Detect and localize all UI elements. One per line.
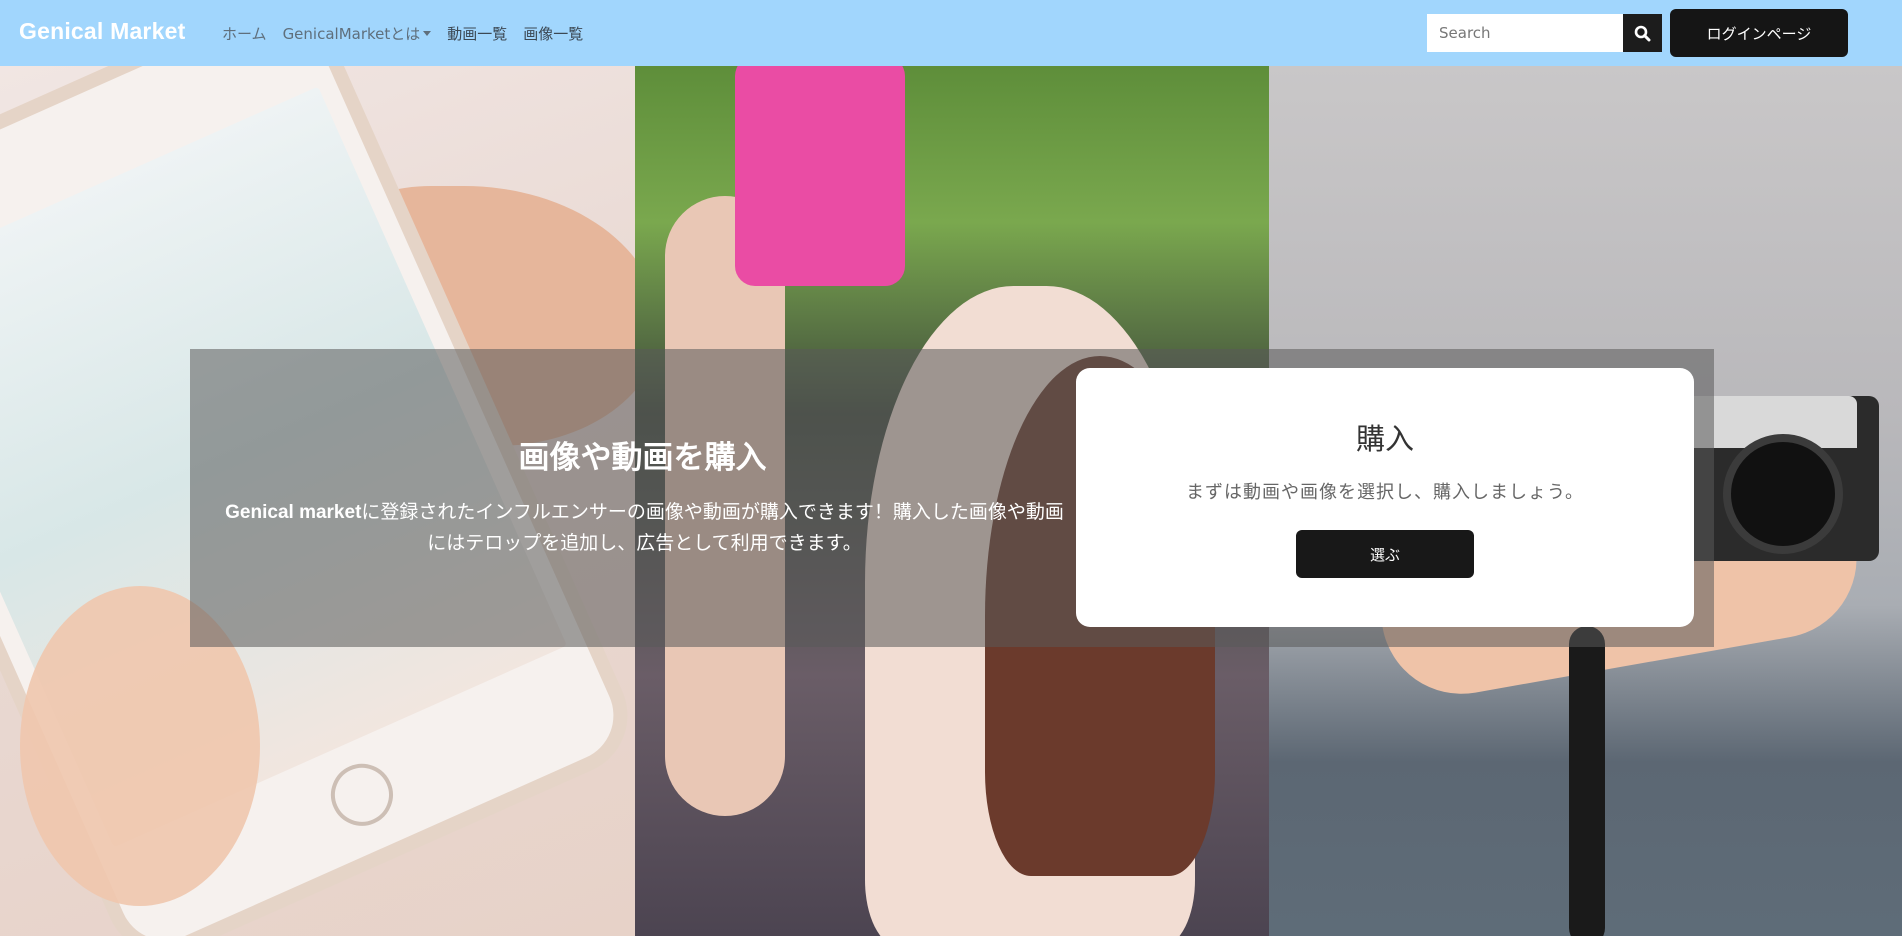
phone-home-button [321,753,403,836]
hero-description: Genical marketに登録されたインフルエンサーの画像や動画が購入できま… [222,497,1067,558]
chevron-down-icon [423,31,432,36]
nav-link-home[interactable]: ホーム [222,23,267,44]
nav-link-images[interactable]: 画像一覧 [523,23,583,44]
nav-link-videos[interactable]: 動画一覧 [447,23,507,44]
nav-links: ホーム GenicalMarketとは 動画一覧 画像一覧 [222,23,583,44]
hero-description-text: に登録されたインフルエンサーの画像や動画が購入できます！購入した画像や動画にはテ… [361,501,1064,554]
purchase-card-text: まずは動画や画像を選択し、購入しましょう。 [1186,482,1584,503]
nav-link-about-dropdown[interactable]: GenicalMarketとは [283,23,432,44]
brand-logo[interactable]: Genical Market [19,18,185,45]
top-navbar: Genical Market ホーム GenicalMarketとは 動画一覧 … [0,0,1902,66]
hero-description-brand: Genical market [225,502,362,523]
search-input[interactable] [1427,14,1623,52]
nav-link-about-label: GenicalMarketとは [282,25,421,43]
hero-title: 画像や動画を購入 [518,440,767,476]
purchase-card: 購入 まずは動画や画像を選択し、購入しましょう。 選ぶ [1076,368,1694,627]
pink-phone-shape [735,66,905,286]
camera-strap [1569,626,1605,936]
search-form [1427,14,1662,52]
select-button[interactable]: 選ぶ [1296,530,1474,578]
search-icon [1634,25,1651,41]
camera-lens [1723,434,1843,554]
login-page-button[interactable]: ログインページ [1670,9,1848,57]
purchase-card-title: 購入 [1355,422,1414,456]
search-button[interactable] [1623,14,1662,52]
